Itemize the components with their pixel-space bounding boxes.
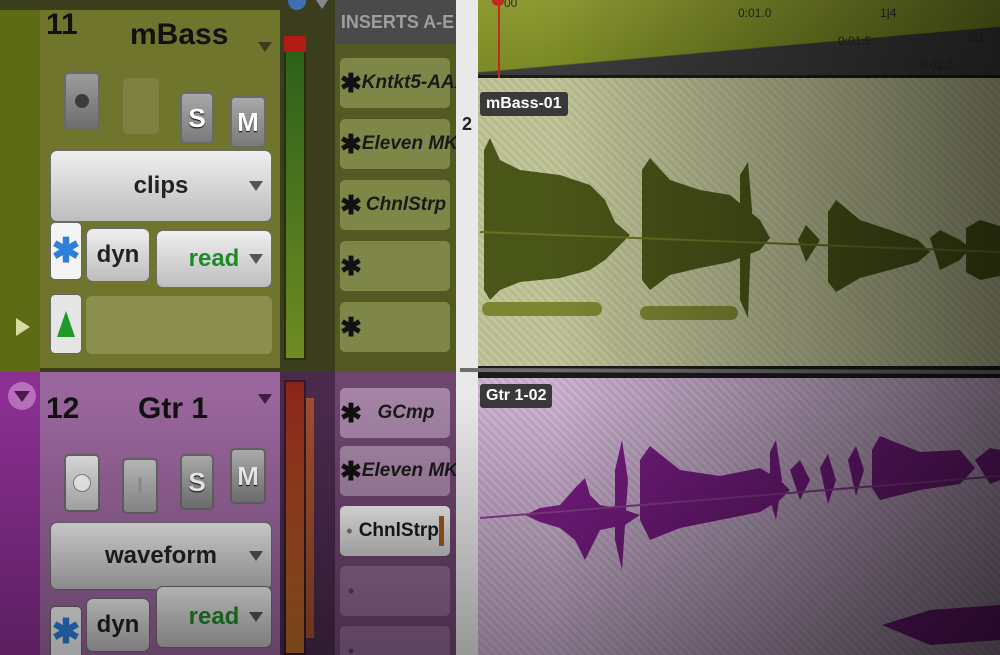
track-11-clip-bar bbox=[482, 302, 602, 316]
track-11-waveform bbox=[484, 138, 1000, 318]
track-12-waveform bbox=[525, 436, 1000, 645]
track-12-clip-name[interactable]: Gtr 1-02 bbox=[480, 384, 553, 408]
track-divider bbox=[459, 368, 1000, 374]
track-11-clip-bar bbox=[640, 306, 738, 320]
track-11-clip-name[interactable]: mBass-01 bbox=[480, 92, 568, 116]
pro-tools-edit-window: 11 mBass S M clips ✱ dyn read ✱ Kntkt5-A… bbox=[0, 0, 1000, 655]
